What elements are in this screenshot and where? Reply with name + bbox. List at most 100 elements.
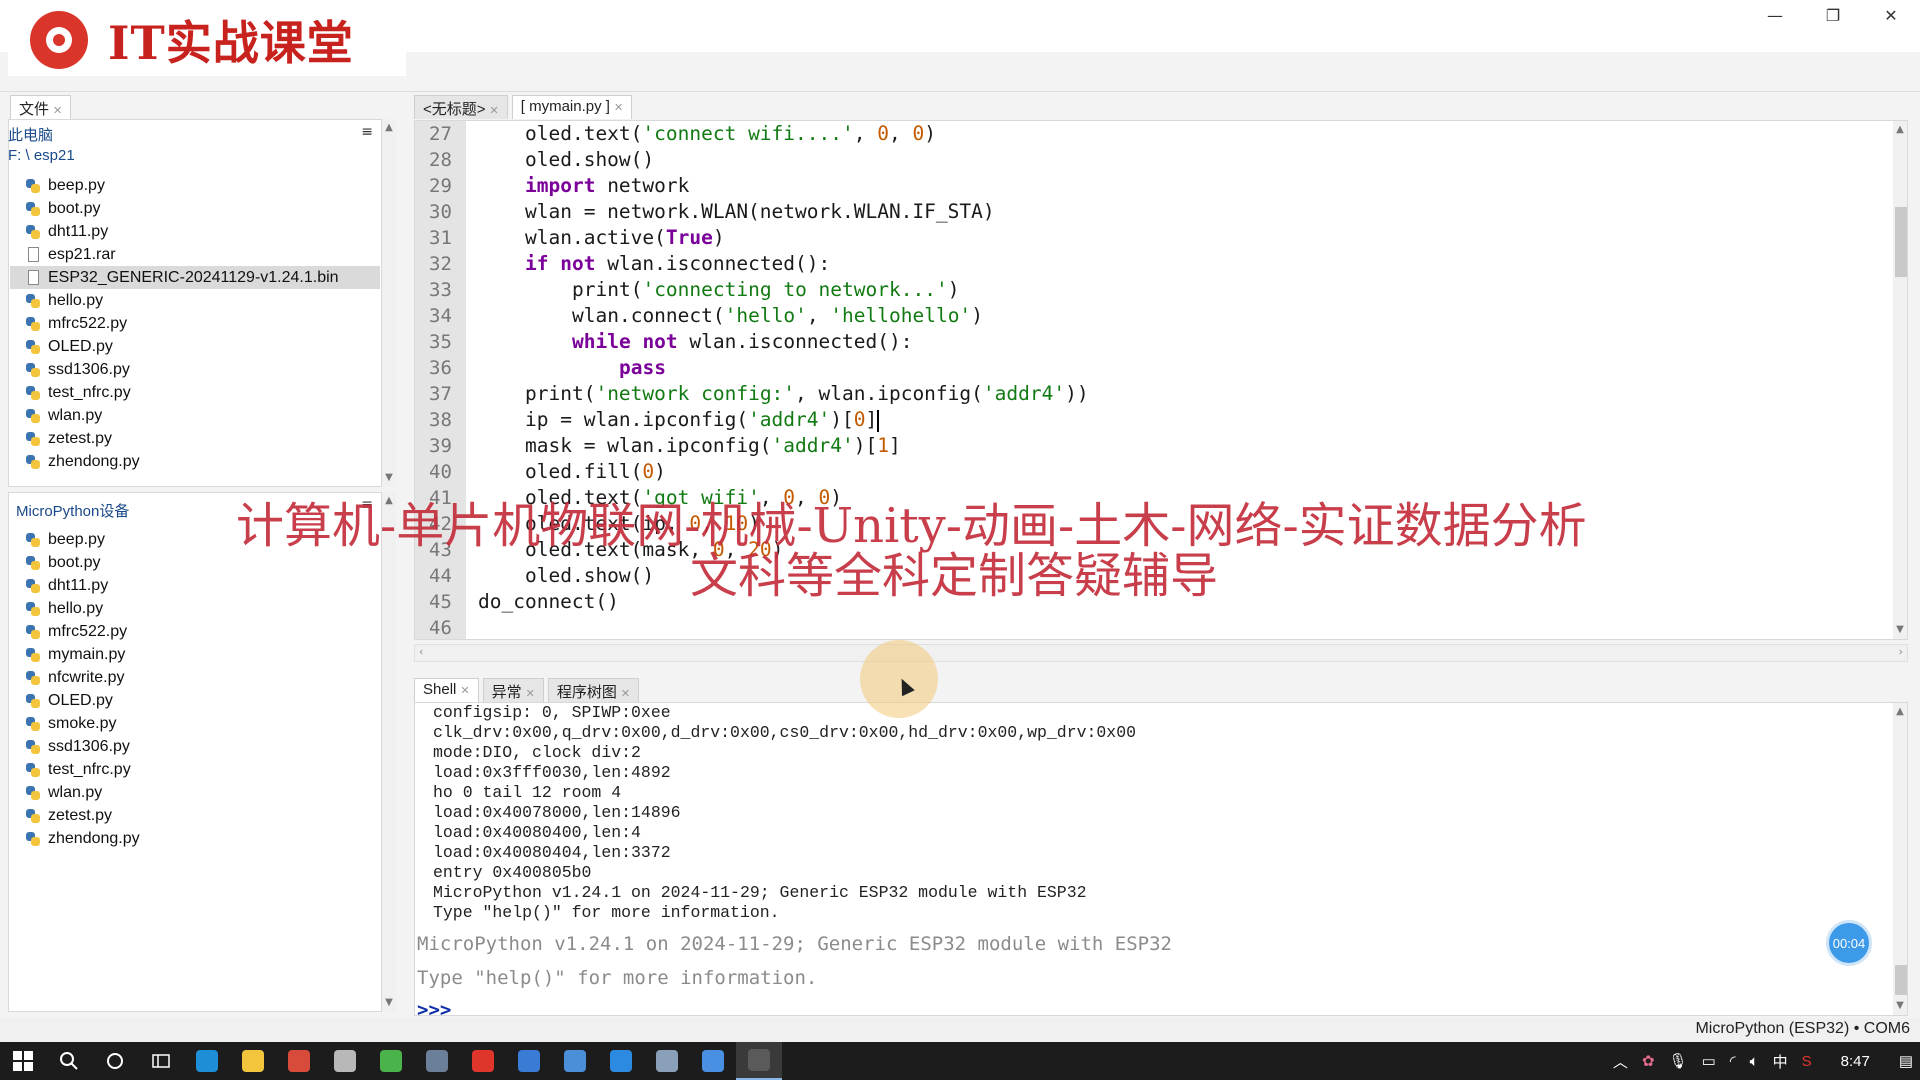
editor-scroll-thumb[interactable]	[1895, 207, 1907, 277]
scroll-up-icon[interactable]: ▲	[1893, 123, 1907, 137]
taskbar-explorer-icon[interactable]	[230, 1042, 276, 1080]
taskbar-edge-icon[interactable]	[184, 1042, 230, 1080]
scroll-up-icon[interactable]: ▲	[1893, 705, 1907, 719]
code-line[interactable]: 46	[415, 615, 1875, 639]
device-file-item[interactable]: OLED.py	[10, 689, 380, 712]
microphone-icon[interactable]: 🎙︎	[1662, 1052, 1695, 1070]
volume-icon[interactable]: 🔈︎	[1743, 1053, 1766, 1070]
device-file-item[interactable]: mfrc522.py	[10, 620, 380, 643]
battery-icon[interactable]: ▭	[1695, 1052, 1723, 1070]
file-item[interactable]: esp21.rar	[10, 243, 380, 266]
taskbar-app11-icon[interactable]	[644, 1042, 690, 1080]
code-line[interactable]: 32 if not wlan.isconnected():	[415, 251, 1875, 277]
clock[interactable]: 8:47	[1819, 1053, 1892, 1070]
current-path[interactable]: F: \ esp21	[8, 146, 75, 166]
code-editor[interactable]: 27 oled.text('connect wifi....', 0, 0) 28 o…	[414, 120, 1908, 640]
task-view-icon[interactable]	[138, 1042, 184, 1080]
file-item[interactable]: dht11.py	[10, 220, 380, 243]
device-file-item[interactable]: smoke.py	[10, 712, 380, 735]
tab-outline[interactable]: 程序树图 ✕	[547, 678, 640, 702]
taskbar-thonny-icon[interactable]	[736, 1042, 782, 1080]
code-area[interactable]: 27 oled.text('connect wifi....', 0, 0) 28 o…	[415, 121, 1875, 639]
file-item[interactable]: mfrc522.py	[10, 312, 380, 335]
shell-prompt[interactable]: >>>	[415, 995, 1907, 1015]
menu-icon[interactable]: ≡	[361, 497, 373, 513]
taskbar-app9-icon[interactable]	[552, 1042, 598, 1080]
code-line[interactable]: 29 import network	[415, 173, 1875, 199]
file-item[interactable]: ssd1306.py	[10, 358, 380, 381]
taskbar-app12-icon[interactable]	[690, 1042, 736, 1080]
device-file-item[interactable]: boot.py	[10, 551, 380, 574]
taskbar-wps-icon[interactable]	[460, 1042, 506, 1080]
device-file-item[interactable]: ssd1306.py	[10, 735, 380, 758]
recording-timer[interactable]: 00:04	[1826, 920, 1872, 966]
windows-start-icon[interactable]	[0, 1042, 46, 1080]
search-icon[interactable]	[46, 1042, 92, 1080]
menu-icon[interactable]: ≡	[361, 124, 373, 140]
code-line[interactable]: 27 oled.text('connect wifi....', 0, 0)	[415, 121, 1875, 147]
restore-button[interactable]: ❐	[1804, 0, 1862, 30]
file-item[interactable]: zhendong.py	[10, 450, 380, 473]
device-file-item[interactable]: zhendong.py	[10, 827, 380, 850]
scroll-right-icon[interactable]: ›	[1899, 645, 1903, 658]
close-icon[interactable]: ✕	[614, 102, 623, 114]
ime-indicator[interactable]: 中	[1766, 1051, 1795, 1072]
shell-scroll-thumb[interactable]	[1895, 965, 1907, 995]
device-file-item[interactable]: mymain.py	[10, 643, 380, 666]
code-line[interactable]: 33 print('connecting to network...')	[415, 277, 1875, 303]
code-line[interactable]: 36 pass	[415, 355, 1875, 381]
code-line[interactable]: 34 wlan.connect('hello', 'hellohello')	[415, 303, 1875, 329]
scroll-down-icon[interactable]: ▼	[1893, 999, 1907, 1013]
sogou-icon[interactable]: S	[1795, 1053, 1819, 1070]
scroll-left-icon[interactable]: ‹	[419, 645, 423, 658]
tab-mymain[interactable]: [ mymain.py ] ✕	[511, 95, 633, 119]
code-line[interactable]: 45 do_connect()	[415, 589, 1875, 615]
file-item[interactable]: beep.py	[10, 174, 380, 197]
file-item[interactable]: boot.py	[10, 197, 380, 220]
code-line[interactable]: 40 oled.fill(0)	[415, 459, 1875, 485]
code-line[interactable]: 42 oled.text(ip, 0, 10)	[415, 511, 1875, 537]
scroll-up-icon[interactable]: ▲	[382, 494, 396, 508]
tray-chevron-icon[interactable]: ︿	[1606, 1051, 1635, 1072]
tab-exceptions[interactable]: 异常 ✕	[482, 678, 544, 702]
scroll-down-icon[interactable]: ▼	[1893, 623, 1907, 637]
editor-hscrollbar[interactable]: ‹ ›	[414, 644, 1908, 662]
code-line[interactable]: 44 oled.show()	[415, 563, 1875, 589]
device-scrollbar[interactable]: ▲ ▼	[382, 492, 396, 1012]
device-file-item[interactable]: hello.py	[10, 597, 380, 620]
taskbar-app4-icon[interactable]	[322, 1042, 368, 1080]
close-icon[interactable]: ✕	[460, 685, 469, 697]
computer-label[interactable]: 此电脑	[8, 126, 75, 146]
code-line[interactable]: 35 while not wlan.isconnected():	[415, 329, 1875, 355]
scroll-down-icon[interactable]: ▼	[382, 471, 396, 485]
taskbar-app10-icon[interactable]	[598, 1042, 644, 1080]
taskbar-app6-icon[interactable]	[414, 1042, 460, 1080]
editor-vscrollbar[interactable]: ▲ ▼	[1893, 121, 1907, 639]
taskbar-app8-icon[interactable]	[506, 1042, 552, 1080]
file-item[interactable]: ESP32_GENERIC-20241129-v1.24.1.bin	[10, 266, 380, 289]
code-line[interactable]: 43 oled.text(mask, 0, 20)	[415, 537, 1875, 563]
file-item[interactable]: hello.py	[10, 289, 380, 312]
file-item[interactable]: wlan.py	[10, 404, 380, 427]
close-icon[interactable]: ✕	[526, 688, 535, 700]
cortana-icon[interactable]	[92, 1042, 138, 1080]
code-line[interactable]: 38 ip = wlan.ipconfig('addr4')[0]	[415, 407, 1875, 433]
shell-scrollbar[interactable]: ▲ ▼	[1893, 703, 1907, 1015]
taskbar-app3-icon[interactable]	[276, 1042, 322, 1080]
interpreter-status[interactable]: MicroPython (ESP32) • COM6	[1695, 1020, 1910, 1038]
code-line[interactable]: 41 oled.text('got wifi', 0, 0)	[415, 485, 1875, 511]
files-scrollbar[interactable]: ▲ ▼	[382, 119, 396, 487]
file-item[interactable]: test_nfrc.py	[10, 381, 380, 404]
tab-files[interactable]: 文件 ✕	[10, 95, 72, 119]
scroll-up-icon[interactable]: ▲	[382, 121, 396, 135]
code-line[interactable]: 30 wlan = network.WLAN(network.WLAN.IF_ST…	[415, 199, 1875, 225]
device-header[interactable]: MicroPython设备	[16, 500, 129, 521]
code-line[interactable]: 28 oled.show()	[415, 147, 1875, 173]
device-file-item[interactable]: test_nfrc.py	[10, 758, 380, 781]
device-file-item[interactable]: dht11.py	[10, 574, 380, 597]
close-icon[interactable]: ✕	[621, 688, 630, 700]
wifi-icon[interactable]: ◜	[1723, 1052, 1743, 1070]
file-item[interactable]: OLED.py	[10, 335, 380, 358]
tray-app-icon[interactable]: ✿	[1635, 1052, 1662, 1070]
notification-icon[interactable]: ▤	[1892, 1052, 1920, 1070]
